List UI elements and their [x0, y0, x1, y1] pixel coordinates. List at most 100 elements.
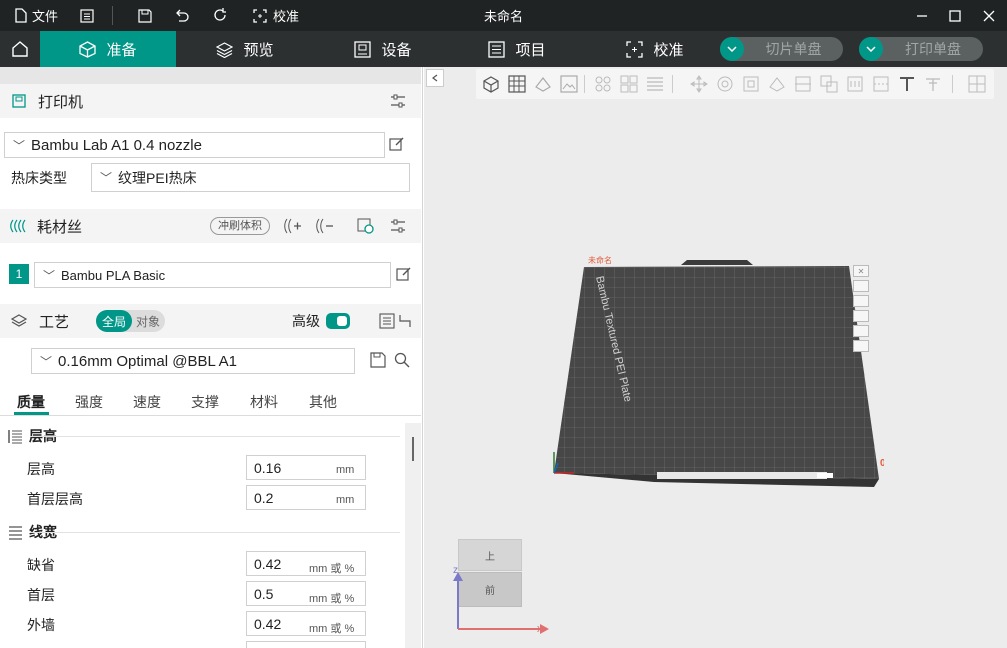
- arrange-icon[interactable]: [560, 75, 578, 93]
- plate-close-icon[interactable]: ✕: [853, 265, 869, 277]
- measure-icon[interactable]: [924, 75, 942, 93]
- layer-height-label: 层高: [27, 461, 55, 477]
- sync-filament-icon[interactable]: [357, 218, 375, 234]
- lay-on-face-icon[interactable]: [768, 75, 786, 93]
- add-object-icon[interactable]: [482, 75, 500, 93]
- scope-object[interactable]: 对象: [133, 310, 163, 332]
- scale-icon[interactable]: [742, 75, 760, 93]
- plate-settings-icon[interactable]: [853, 325, 869, 337]
- bed-type-select[interactable]: ﹀ 纹理PEI热床: [91, 163, 410, 192]
- close-icon: [983, 10, 995, 21]
- search-icon[interactable]: [394, 352, 410, 368]
- printer-icon: [12, 94, 26, 108]
- maximize-button[interactable]: [949, 0, 961, 31]
- tab-material[interactable]: 材料: [250, 392, 278, 412]
- assembly-view-icon[interactable]: [968, 75, 986, 93]
- save-icon[interactable]: [370, 352, 386, 368]
- home-icon: [12, 41, 28, 57]
- flush-volume-button[interactable]: 冲刷体积: [210, 217, 270, 235]
- redo-button[interactable]: [213, 0, 228, 31]
- home-button[interactable]: [0, 31, 40, 67]
- chevron-down-icon: ﹀: [100, 171, 113, 185]
- boolean-icon[interactable]: [820, 75, 838, 93]
- active-tab-indicator: [14, 412, 49, 415]
- plate-number: 01: [880, 458, 884, 469]
- tab-preview-label: 预览: [243, 41, 274, 59]
- cut-icon[interactable]: [794, 75, 812, 93]
- tab-support[interactable]: 支撑: [191, 392, 219, 412]
- tab-prepare[interactable]: 准备: [40, 31, 176, 67]
- chevron-left-icon: [432, 74, 438, 82]
- split-objects-icon[interactable]: [594, 75, 612, 93]
- tab-device[interactable]: 设备: [338, 31, 428, 67]
- support-paint-icon[interactable]: [846, 75, 864, 93]
- minimize-button[interactable]: [916, 0, 928, 31]
- seam-paint-icon[interactable]: [872, 75, 890, 93]
- next-row-input[interactable]: [246, 641, 366, 648]
- viewport-toolbar: [476, 69, 994, 99]
- sidebar-top-gap: [0, 67, 421, 84]
- advanced-toggle[interactable]: [326, 313, 350, 329]
- add-filament-icon[interactable]: [284, 218, 302, 234]
- filament-select[interactable]: ﹀ Bambu PLA Basic: [34, 262, 391, 288]
- tab-speed[interactable]: 速度: [133, 392, 161, 412]
- rotate-icon[interactable]: [716, 75, 734, 93]
- process-tabs: 质量 强度 速度 支撑 材料 其他: [0, 386, 421, 416]
- tab-strength[interactable]: 强度: [75, 392, 103, 412]
- printer-select[interactable]: ﹀ Bambu Lab A1 0.4 nozzle: [4, 132, 385, 158]
- plate-arrange-icon[interactable]: [853, 295, 869, 307]
- chevron-down-icon[interactable]: [859, 37, 883, 61]
- scope-toggle[interactable]: 全局 对象: [96, 310, 165, 332]
- layers-editing-icon[interactable]: [646, 75, 664, 93]
- filament-slot-index[interactable]: 1: [9, 264, 29, 284]
- text-icon[interactable]: [898, 75, 916, 93]
- split-parts-icon[interactable]: [620, 75, 638, 93]
- process-section-header: 工艺 全局 对象 高级: [0, 304, 421, 338]
- collapse-sidebar-button[interactable]: [426, 69, 444, 87]
- compare-icon[interactable]: [379, 313, 395, 329]
- edit-icon[interactable]: [396, 266, 412, 282]
- calibrate-menu[interactable]: 校准: [253, 0, 299, 31]
- settings-scrollbar[interactable]: [405, 423, 421, 648]
- tab-calibrate[interactable]: 校准: [610, 31, 700, 67]
- build-plate[interactable]: Bambu Textured PEI Plate 未命名 01: [544, 247, 884, 487]
- tab-project[interactable]: 项目: [472, 31, 562, 67]
- move-icon[interactable]: [690, 75, 708, 93]
- settings-icon[interactable]: [390, 93, 406, 109]
- print-plate-button[interactable]: 打印单盘: [859, 37, 983, 61]
- add-plate-icon[interactable]: [508, 75, 526, 93]
- settings-icon[interactable]: [390, 218, 406, 234]
- outer-wall-width-unit: mm 或 %: [309, 623, 355, 635]
- close-button[interactable]: [983, 0, 995, 31]
- menu-icon: [80, 8, 94, 23]
- tab-preview[interactable]: 预览: [200, 31, 290, 67]
- process-section-title: 工艺: [39, 313, 70, 331]
- undo-button[interactable]: [174, 0, 189, 31]
- chevron-down-icon[interactable]: [720, 37, 744, 61]
- process-preset-select[interactable]: ﹀ 0.16mm Optimal @BBL A1: [31, 348, 355, 374]
- plate-orient-icon[interactable]: [853, 280, 869, 292]
- menu-button[interactable]: [80, 0, 94, 31]
- scrollbar-thumb[interactable]: [412, 437, 414, 461]
- edit-icon[interactable]: [389, 136, 405, 152]
- save-button[interactable]: [138, 0, 152, 31]
- file-menu-label: 文件: [32, 9, 59, 24]
- transfer-icon[interactable]: [397, 313, 413, 329]
- plate-move-icon[interactable]: [853, 340, 869, 352]
- tab-other[interactable]: 其他: [309, 392, 337, 412]
- tab-device-label: 设备: [381, 41, 412, 59]
- printer-section-title: 打印机: [38, 93, 84, 111]
- first-layer-height-value: 0.2: [254, 489, 274, 506]
- printer-name: Bambu Lab A1 0.4 nozzle: [31, 136, 202, 154]
- tab-quality[interactable]: 质量: [17, 392, 45, 412]
- slice-plate-button[interactable]: 切片单盘: [720, 37, 843, 61]
- file-menu[interactable]: 文件: [14, 0, 58, 31]
- 3d-viewport[interactable]: Bambu Textured PEI Plate 未命名 01 ✕ 上 前 x …: [424, 67, 1007, 648]
- first-layer-width-unit: mm 或 %: [309, 593, 355, 605]
- scope-global[interactable]: 全局: [96, 310, 132, 332]
- orient-icon[interactable]: [534, 75, 552, 93]
- advanced-label: 高级: [292, 313, 320, 329]
- plate-controls: ✕: [853, 265, 871, 357]
- plate-lock-icon[interactable]: [853, 310, 869, 322]
- remove-filament-icon[interactable]: [316, 218, 334, 234]
